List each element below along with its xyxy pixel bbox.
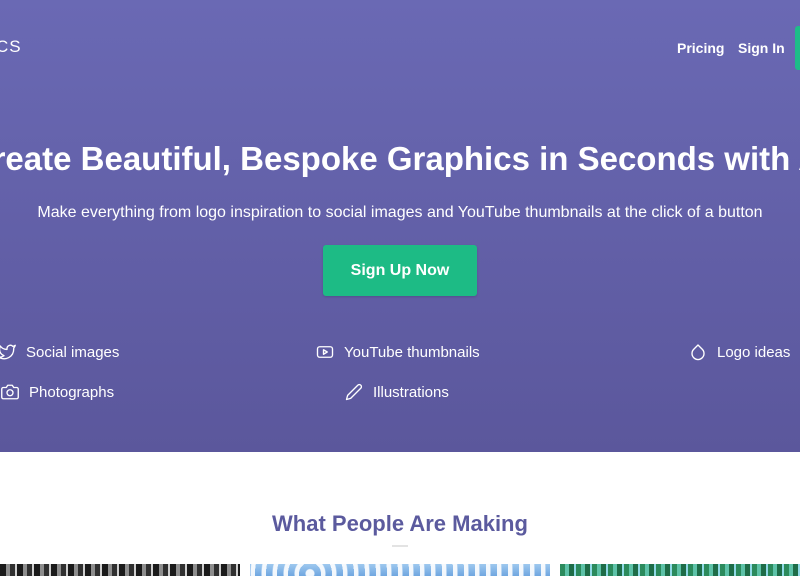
gallery-thumbnail[interactable] xyxy=(250,564,550,576)
feature-label: YouTube thumbnails xyxy=(344,343,480,361)
feature-label: Photographs xyxy=(29,383,115,401)
droplet-icon xyxy=(691,344,705,361)
gallery-section-title: What People Are Making xyxy=(272,511,528,536)
hero-title: Create Beautiful, Bespoke Graphics in Se… xyxy=(0,140,800,177)
camera-icon xyxy=(1,384,19,400)
twitter-icon xyxy=(0,344,16,360)
feature-label: Social images xyxy=(26,343,120,361)
nav-sign-in-link[interactable]: Sign In xyxy=(738,40,785,56)
feature-logo-ideas: Logo ideas xyxy=(689,343,790,361)
nav-sign-up-button[interactable] xyxy=(795,26,800,70)
site-logo[interactable]: CS xyxy=(0,37,22,57)
hero-subtitle: Make everything from logo inspiration to… xyxy=(37,204,763,221)
feature-illustrations: Illustrations xyxy=(345,383,449,401)
feature-label: Illustrations xyxy=(373,383,449,401)
hero-section: CS Pricing Sign In Create Beautiful, Bes… xyxy=(0,0,800,452)
pencil-icon xyxy=(345,383,363,401)
feature-social-images: Social images xyxy=(0,343,119,361)
sign-up-now-button[interactable]: Sign Up Now xyxy=(323,245,477,296)
gallery-thumbnail[interactable] xyxy=(0,564,240,576)
gallery-thumbnail[interactable] xyxy=(560,564,800,576)
feature-label: Logo ideas xyxy=(717,343,791,361)
feature-photographs: Photographs xyxy=(1,383,114,401)
section-divider xyxy=(392,545,408,547)
nav-pricing-link[interactable]: Pricing xyxy=(677,40,724,56)
feature-youtube-thumbnails: YouTube thumbnails xyxy=(316,343,480,361)
youtube-icon xyxy=(316,346,334,358)
